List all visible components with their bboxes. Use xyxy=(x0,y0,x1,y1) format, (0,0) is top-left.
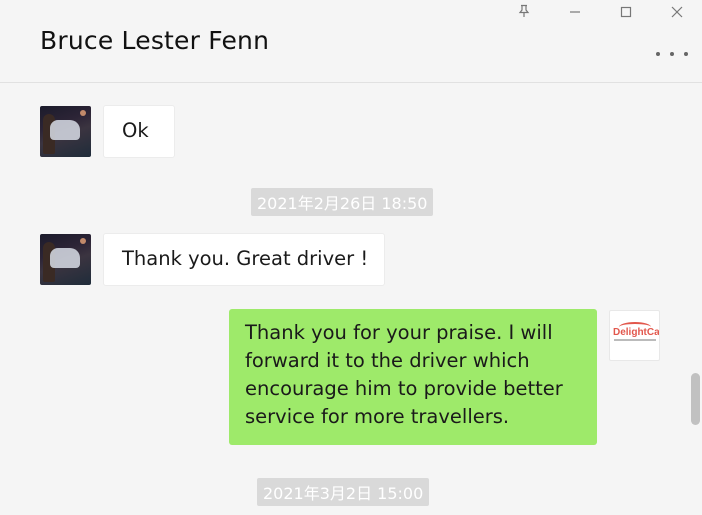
timestamp: 2021年3月2日 15:00 xyxy=(257,478,430,506)
message-line: encourage him to provide better xyxy=(245,377,563,400)
more-options-button[interactable] xyxy=(656,44,688,64)
pin-button[interactable] xyxy=(498,0,549,24)
incoming-message[interactable]: Thank you. Great driver ! xyxy=(103,233,385,286)
chat-window: Bruce Lester Fenn Ok 2021年2月26日 18:50 Th… xyxy=(0,0,702,515)
contact-avatar[interactable] xyxy=(40,106,91,157)
maximize-button[interactable] xyxy=(600,0,651,24)
chat-title: Bruce Lester Fenn xyxy=(40,26,270,55)
more-options-icon xyxy=(656,52,660,56)
close-button[interactable] xyxy=(651,0,702,24)
avatar-car xyxy=(50,248,80,268)
more-options-dot xyxy=(670,52,674,56)
contact-avatar[interactable] xyxy=(40,234,91,285)
avatar-light xyxy=(80,238,86,244)
message-line: service for more travellers. xyxy=(245,405,510,428)
incoming-message[interactable]: Ok xyxy=(103,105,175,158)
message-text: Thank you. Great driver ! xyxy=(122,247,369,270)
minimize-button[interactable] xyxy=(549,0,600,24)
delightcar-logo: DelightCar xyxy=(613,327,660,338)
window-controls xyxy=(498,0,702,24)
pin-icon xyxy=(517,3,531,22)
more-options-dot xyxy=(684,52,688,56)
logo-subtitle-line xyxy=(614,339,656,341)
close-icon xyxy=(671,3,683,22)
message-line: Thank you for your praise. I will xyxy=(245,321,553,344)
avatar-car xyxy=(50,120,80,140)
outgoing-message[interactable]: Thank you for your praise. I will forwar… xyxy=(229,309,597,445)
own-avatar[interactable]: DelightCar xyxy=(609,310,660,361)
message-list[interactable]: Ok 2021年2月26日 18:50 Thank you. Great dri… xyxy=(0,83,702,515)
timestamp: 2021年2月26日 18:50 xyxy=(251,188,434,216)
maximize-icon xyxy=(620,3,632,22)
avatar-light xyxy=(80,110,86,116)
scrollbar-thumb[interactable] xyxy=(691,373,700,425)
chat-header: Bruce Lester Fenn xyxy=(0,0,702,83)
minimize-icon xyxy=(569,3,581,22)
message-line: forward it to the driver which xyxy=(245,349,530,372)
message-text: Ok xyxy=(122,119,149,142)
